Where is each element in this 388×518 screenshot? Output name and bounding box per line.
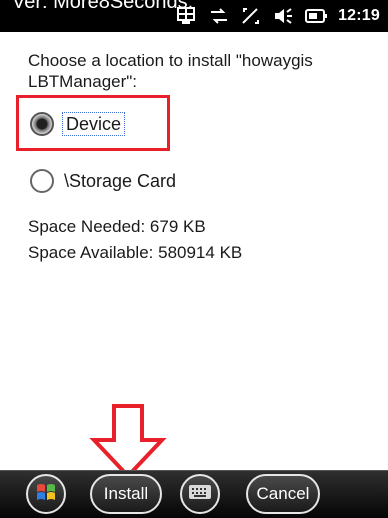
space-available-text: Space Available: 580914 KB [28, 243, 243, 262]
down-arrow-icon [89, 404, 167, 479]
notification-icon[interactable] [176, 6, 198, 26]
device-radio[interactable] [30, 112, 54, 136]
device-option-label[interactable]: Device [62, 112, 126, 136]
battery-icon[interactable] [304, 6, 328, 26]
cancel-button[interactable]: Cancel [246, 474, 320, 514]
volume-icon[interactable] [272, 6, 294, 26]
start-button[interactable] [26, 474, 66, 514]
storage-card-radio[interactable] [30, 169, 54, 193]
keyboard-button[interactable] [180, 474, 220, 514]
install-location-prompt: Choose a location to install "howaygis L… [28, 51, 313, 91]
signal-off-icon[interactable] [240, 6, 262, 26]
sync-icon[interactable] [208, 6, 230, 26]
storage-card-option-label[interactable]: \Storage Card [64, 170, 176, 192]
keyboard-icon [188, 484, 212, 505]
status-icons: 12:19 [176, 0, 380, 32]
status-bar: Ver: More8Seconds. 12:19 [0, 0, 388, 32]
install-button[interactable]: Install [90, 474, 162, 514]
window-title: Ver: More8Seconds. [12, 0, 194, 13]
windows-flag-icon [34, 481, 58, 508]
clock[interactable]: 12:19 [338, 7, 380, 25]
space-needed-text: Space Needed: 679 KB [28, 217, 206, 236]
